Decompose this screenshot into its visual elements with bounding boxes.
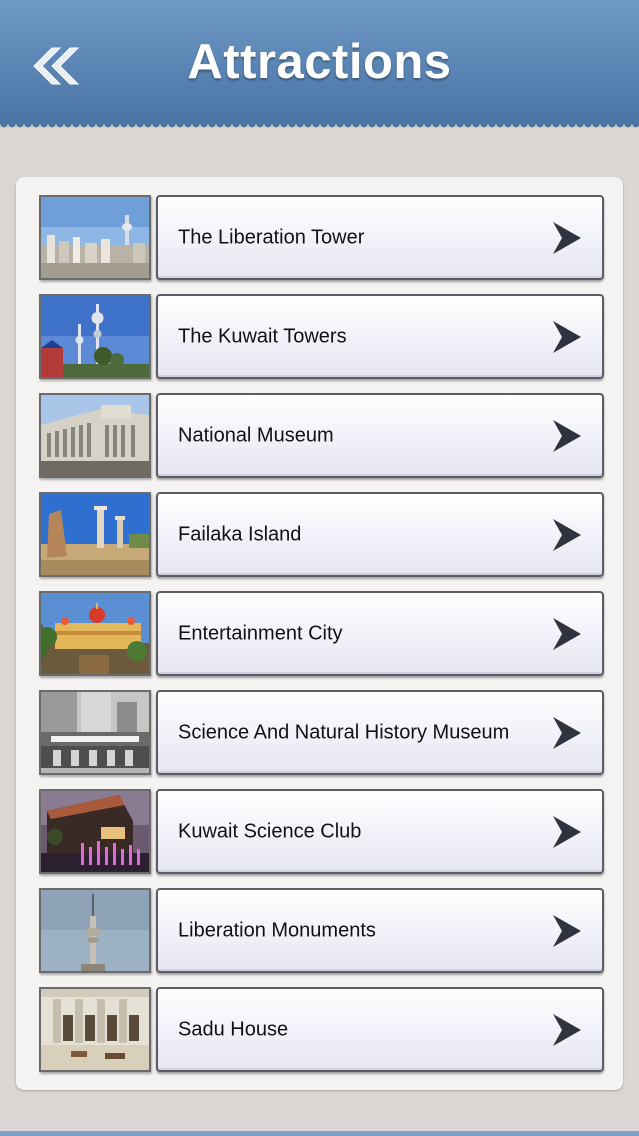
attraction-label: The Liberation Tower [178, 226, 365, 248]
city-skyline-tower-photo [39, 195, 151, 280]
chevron-right-icon [553, 717, 581, 749]
attraction-button[interactable]: The Kuwait Towers [156, 294, 604, 379]
attraction-button[interactable]: Sadu House [156, 987, 604, 1072]
museum-storefront-photo [39, 690, 151, 775]
list-item: Science And Natural History Museum [16, 690, 623, 775]
page-title: Attractions [187, 35, 452, 89]
attraction-button[interactable]: National Museum [156, 393, 604, 478]
list-item: The Kuwait Towers [16, 294, 623, 379]
attraction-label: Kuwait Science Club [178, 820, 362, 842]
attraction-label: Failaka Island [178, 523, 302, 545]
attraction-button[interactable]: The Liberation Tower [156, 195, 604, 280]
attraction-button[interactable]: Entertainment City [156, 591, 604, 676]
science-club-fountain-photo [39, 789, 151, 874]
attraction-label: National Museum [178, 424, 334, 446]
attraction-button[interactable]: Kuwait Science Club [156, 789, 604, 874]
list-item: Entertainment City [16, 591, 623, 676]
list-item: The Liberation Tower [16, 195, 623, 280]
chevron-right-icon [553, 222, 581, 254]
list-item: National Museum [16, 393, 623, 478]
bottom-edge [0, 1131, 639, 1136]
chevron-right-icon [553, 816, 581, 848]
attraction-label: Liberation Monuments [178, 919, 376, 941]
chevron-right-icon [553, 915, 581, 947]
list-item: Kuwait Science Club [16, 789, 623, 874]
attraction-label: Science And Natural History Museum [178, 721, 510, 743]
list-item: Sadu House [16, 987, 623, 1072]
chevron-right-icon [553, 1014, 581, 1046]
attraction-label: Sadu House [178, 1018, 289, 1040]
chevron-right-icon [553, 618, 581, 650]
liberation-tower-sky-photo [39, 888, 151, 973]
list-item: Failaka Island [16, 492, 623, 577]
museum-building-photo [39, 393, 151, 478]
attraction-button[interactable]: Liberation Monuments [156, 888, 604, 973]
list-item: Liberation Monuments [16, 888, 623, 973]
ancient-ruins-photo [39, 492, 151, 577]
chevron-right-icon [553, 519, 581, 551]
attractions-list: The Liberation Tower The Kuwait Towers N… [16, 177, 623, 1090]
kuwait-towers-photo [39, 294, 151, 379]
attraction-label: Entertainment City [178, 622, 343, 644]
attraction-label: The Kuwait Towers [178, 325, 347, 347]
courtyard-photo [39, 987, 151, 1072]
app-header: Attractions [0, 0, 639, 130]
chevron-right-icon [553, 321, 581, 353]
domed-palace-photo [39, 591, 151, 676]
attraction-button[interactable]: Science And Natural History Museum [156, 690, 604, 775]
attraction-button[interactable]: Failaka Island [156, 492, 604, 577]
chevron-right-icon [553, 420, 581, 452]
